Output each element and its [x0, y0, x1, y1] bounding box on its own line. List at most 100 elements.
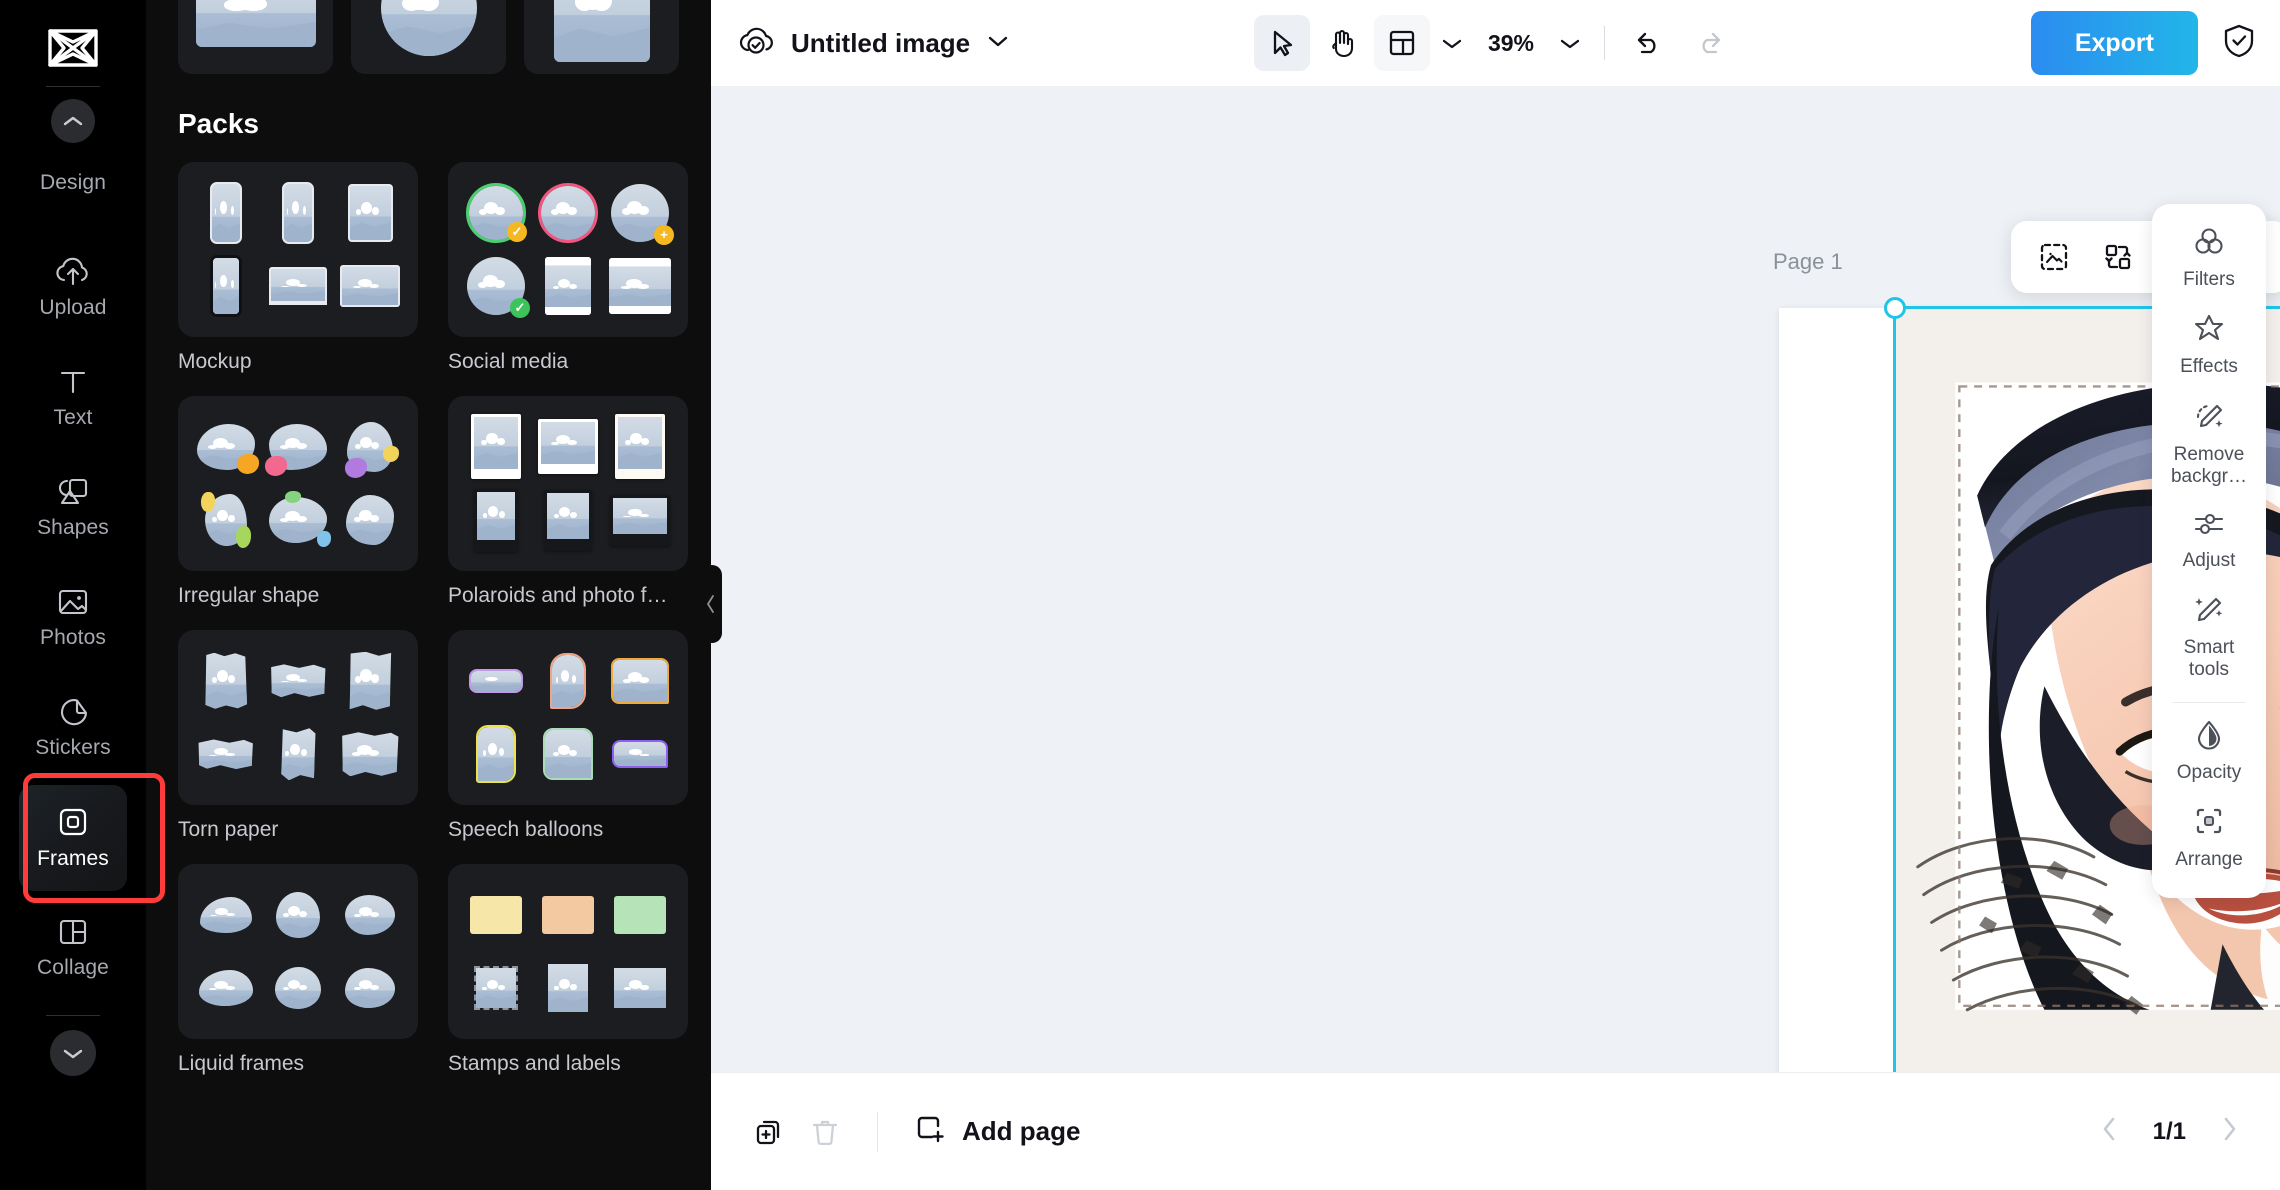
- prev-page-button[interactable]: [2099, 1114, 2119, 1149]
- main-area: Untitled image: [711, 0, 2280, 1190]
- layout-chevron-down-icon[interactable]: [1434, 17, 1470, 69]
- pack-cell: Polaroids and photo f…: [448, 396, 688, 608]
- sidebar-item-label: Design: [40, 171, 106, 195]
- tool-label: Filters: [2183, 269, 2235, 291]
- canvas-area[interactable]: Page 1: [711, 86, 2280, 1072]
- check-badge-icon: ✓: [507, 222, 527, 242]
- text-icon: [58, 367, 88, 397]
- sidebar-item-stickers[interactable]: Stickers: [19, 675, 127, 781]
- arrange-icon: [2194, 806, 2224, 841]
- pack-card-speech-balloons[interactable]: [448, 630, 688, 805]
- pack-cell: Irregular shape: [178, 396, 418, 608]
- sidebar-item-text[interactable]: Text: [19, 345, 127, 451]
- layout-tool-button[interactable]: [1374, 15, 1430, 71]
- sidebar-item-label: Stickers: [35, 736, 110, 760]
- check-badge-icon: ✓: [510, 298, 530, 318]
- resize-handle-top-left[interactable]: [1884, 297, 1906, 319]
- pack-card-polaroids[interactable]: [448, 396, 688, 571]
- pack-card-mockup[interactable]: [178, 162, 418, 337]
- upload-cloud-icon: [55, 257, 91, 287]
- remove-background-icon: [2193, 401, 2225, 436]
- hand-tool-button[interactable]: [1314, 15, 1370, 71]
- tool-label: Opacity: [2177, 762, 2241, 784]
- sidebar-item-frames[interactable]: Frames: [19, 785, 127, 891]
- chevron-down-icon[interactable]: [986, 34, 1010, 53]
- sidebar-item-label: Upload: [39, 296, 106, 320]
- sliders-icon: [2193, 511, 2225, 542]
- page-indicator: 1/1: [2153, 1118, 2186, 1146]
- tool-label: Smarttools: [2184, 637, 2235, 682]
- tool-arrange[interactable]: Arrange: [2156, 794, 2262, 881]
- document-title: Untitled image: [791, 28, 970, 59]
- frame-thumb[interactable]: [351, 0, 506, 74]
- left-nav-rail: Design Upload Text: [0, 0, 146, 1190]
- add-page-button[interactable]: Add page: [914, 1113, 1080, 1150]
- pack-card-social-media[interactable]: ✓ + ✓: [448, 162, 688, 337]
- sidebar-item-design[interactable]: Design: [19, 125, 127, 231]
- tool-remove-background[interactable]: Removebackgr…: [2156, 389, 2262, 499]
- undo-button[interactable]: [1621, 15, 1677, 71]
- zoom-chevron-down-icon[interactable]: [1552, 17, 1588, 69]
- export-button[interactable]: Export: [2031, 11, 2198, 75]
- duplicate-page-button[interactable]: [741, 1104, 797, 1160]
- frame-icon: [57, 806, 89, 838]
- tool-filters[interactable]: Filters: [2156, 214, 2262, 301]
- page-label: Page 1: [1773, 249, 1843, 275]
- packs-section-title: Packs: [146, 108, 711, 140]
- zoom-level-value[interactable]: 39%: [1474, 30, 1548, 57]
- tool-adjust[interactable]: Adjust: [2156, 499, 2262, 582]
- tool-label: Arrange: [2175, 849, 2243, 871]
- top-toolbar-right: Export: [2031, 11, 2256, 75]
- cloud-check-icon: [737, 25, 775, 62]
- filters-circles-icon: [2193, 226, 2225, 261]
- sticker-icon: [57, 697, 89, 727]
- pack-cell: Mockup: [178, 162, 418, 374]
- top-toolbar: Untitled image: [711, 0, 2280, 86]
- frame-thumb[interactable]: [524, 0, 679, 74]
- tool-label: Adjust: [2183, 550, 2236, 572]
- pager-group: 1/1: [2099, 1114, 2250, 1149]
- select-tool-button[interactable]: [1254, 15, 1310, 71]
- panel-collapse-handle[interactable]: [700, 565, 722, 643]
- redo-button[interactable]: [1681, 15, 1737, 71]
- capcut-logo-icon[interactable]: [40, 20, 106, 76]
- replace-frame-button[interactable]: [2089, 228, 2147, 286]
- pack-label: Liquid frames: [178, 1052, 418, 1076]
- tool-effects[interactable]: Effects: [2156, 301, 2262, 388]
- next-page-button[interactable]: [2220, 1114, 2240, 1149]
- sidebar-item-shapes[interactable]: Shapes: [19, 455, 127, 561]
- pack-card-torn-paper[interactable]: [178, 630, 418, 805]
- pack-label: Irregular shape: [178, 584, 418, 608]
- packs-grid: Mockup ✓ + ✓ Social media: [146, 162, 711, 1098]
- tool-smart-tools[interactable]: Smarttools: [2156, 582, 2262, 692]
- tool-label: Effects: [2180, 356, 2238, 378]
- pack-card-stamps-labels[interactable]: [448, 864, 688, 1039]
- pack-label: Speech balloons: [448, 818, 688, 842]
- shield-check-icon[interactable]: [2222, 23, 2256, 64]
- sidebar-item-label: Shapes: [37, 516, 109, 540]
- sidebar-item-label: Text: [54, 406, 93, 430]
- sidebar-item-label: Frames: [37, 847, 109, 871]
- photos-icon: [57, 587, 89, 617]
- frame-thumb[interactable]: [178, 0, 333, 74]
- tool-opacity[interactable]: Opacity: [2156, 707, 2262, 794]
- bottom-divider: [877, 1112, 878, 1152]
- bottom-toolbar: Add page 1/1: [711, 1072, 2280, 1190]
- pack-card-irregular-shape[interactable]: [178, 396, 418, 571]
- effects-star-icon: [2193, 313, 2225, 348]
- add-page-label: Add page: [962, 1116, 1080, 1147]
- rail-scroll-down-button[interactable]: [50, 1030, 96, 1076]
- pack-label: Polaroids and photo f…: [448, 584, 688, 608]
- sidebar-item-collage[interactable]: Collage: [19, 895, 127, 1001]
- sidebar-item-photos[interactable]: Photos: [19, 565, 127, 671]
- replace-image-button[interactable]: [2025, 228, 2083, 286]
- pack-label: Torn paper: [178, 818, 418, 842]
- frames-library-panel: Packs Mockup ✓: [146, 0, 711, 1190]
- pack-cell: Liquid frames: [178, 864, 418, 1076]
- sidebar-item-label: Photos: [40, 626, 106, 650]
- document-title-group[interactable]: Untitled image: [737, 25, 1010, 62]
- sidebar-item-upload[interactable]: Upload: [19, 235, 127, 341]
- pack-card-liquid-frames[interactable]: [178, 864, 418, 1039]
- pack-cell: Stamps and labels: [448, 864, 688, 1076]
- delete-page-button[interactable]: [797, 1104, 853, 1160]
